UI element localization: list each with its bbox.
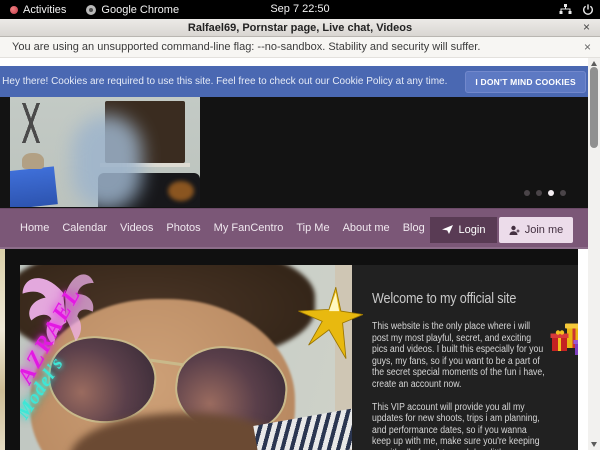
send-icon xyxy=(442,225,454,235)
decorative-screen-shape xyxy=(10,166,58,207)
welcome-text-block: Welcome to my official site This website… xyxy=(372,291,548,450)
window-titlebar: Ralfael69, Pornstar page, Live chat, Vid… xyxy=(0,19,600,37)
nav-item-blog[interactable]: Blog xyxy=(403,222,425,234)
network-icon[interactable] xyxy=(559,4,572,15)
gnome-top-bar: Activities Google Chrome Sep 7 22:50 xyxy=(0,0,600,19)
chrome-icon xyxy=(86,5,96,15)
welcome-paragraph-1: This website is the only place where i w… xyxy=(372,321,548,391)
activities-button[interactable]: Activities xyxy=(0,0,76,19)
carousel-dots xyxy=(524,190,566,196)
page-scrollbar[interactable] xyxy=(588,58,600,450)
activities-dot-icon xyxy=(10,6,18,14)
cookie-accept-button[interactable]: I DON'T MIND COOKIES xyxy=(465,71,585,93)
clock[interactable]: Sep 7 22:50 xyxy=(270,0,329,19)
flag-warning-bar: You are using an unsupported command-lin… xyxy=(0,37,600,58)
nav-item-fancentro[interactable]: My FanCentro xyxy=(214,222,284,234)
decorative-lamp-shape xyxy=(22,153,44,169)
desktop-screen: Activities Google Chrome Sep 7 22:50 Ral… xyxy=(0,0,600,450)
gold-star-icon xyxy=(295,287,363,359)
system-tray xyxy=(559,0,594,19)
carousel-dot-1[interactable] xyxy=(524,190,530,196)
nav-item-calendar[interactable]: Calendar xyxy=(62,222,107,234)
cookie-banner: Hey there! Cookies are required to use t… xyxy=(0,66,588,97)
nav-links: Home Calendar Videos Photos My FanCentro… xyxy=(0,222,425,234)
gift-boxes-icon xyxy=(550,321,578,363)
decorative-shape xyxy=(168,181,194,201)
nav-item-aboutme[interactable]: About me xyxy=(343,222,390,234)
login-label: Login xyxy=(459,224,486,236)
window-title: Ralfael69, Pornstar page, Live chat, Vid… xyxy=(188,22,412,34)
cookie-message: Hey there! Cookies are required to use t… xyxy=(2,76,447,87)
chrome-label: Google Chrome xyxy=(101,4,179,16)
browser-viewport: Hey there! Cookies are required to use t… xyxy=(0,58,600,450)
carousel-dot-2[interactable] xyxy=(536,190,542,196)
power-icon[interactable] xyxy=(582,4,594,16)
site-navbar: Home Calendar Videos Photos My FanCentro… xyxy=(0,208,588,249)
nav-item-videos[interactable]: Videos xyxy=(120,222,153,234)
main-section: Azrael Model's Welcome to my official si… xyxy=(0,249,588,450)
nav-item-tipme[interactable]: Tip Me xyxy=(296,222,329,234)
activities-label: Activities xyxy=(23,4,66,16)
welcome-paragraph-2: This VIP account will provide you all my… xyxy=(372,402,548,450)
flag-warning-text: You are using an unsupported command-lin… xyxy=(0,41,480,53)
person-add-icon xyxy=(509,225,520,236)
hero-carousel xyxy=(0,97,588,208)
content-box: Azrael Model's Welcome to my official si… xyxy=(5,249,578,450)
scrollbar-down-icon[interactable] xyxy=(591,442,597,447)
nav-item-photos[interactable]: Photos xyxy=(166,222,200,234)
welcome-heading: Welcome to my official site xyxy=(372,291,548,307)
taskbar-chrome-item[interactable]: Google Chrome xyxy=(76,0,189,19)
decorative-blur-shape xyxy=(72,115,142,207)
carousel-dot-3-active[interactable] xyxy=(548,190,554,196)
hero-photo-placeholder xyxy=(10,97,200,207)
window-close-icon[interactable]: × xyxy=(583,20,590,34)
scrollbar-thumb[interactable] xyxy=(590,67,598,148)
login-button[interactable]: Login xyxy=(430,217,497,243)
flag-warning-close-icon[interactable]: × xyxy=(584,40,591,54)
welcome-panel: Welcome to my official site This website… xyxy=(352,265,578,450)
nav-item-home[interactable]: Home xyxy=(20,222,49,234)
scrollbar-up-icon[interactable] xyxy=(591,61,597,66)
carousel-dot-4[interactable] xyxy=(560,190,566,196)
join-me-label: Join me xyxy=(525,224,564,236)
decorative-tripod-shape xyxy=(16,103,46,143)
join-me-button[interactable]: Join me xyxy=(499,217,573,243)
